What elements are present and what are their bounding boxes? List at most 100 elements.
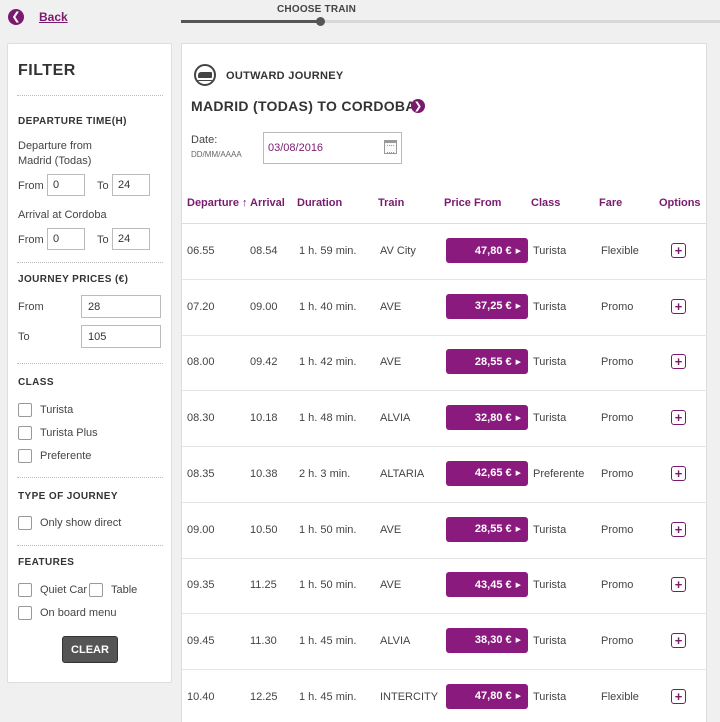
- header-departure[interactable]: Departure ↑: [187, 197, 248, 209]
- caret-right-icon[interactable]: ▶: [516, 302, 521, 310]
- price-from-input[interactable]: [81, 295, 161, 318]
- table-row[interactable]: 06.55 08.54 1 h. 59 min. AV City Turista Flex…: [182, 224, 708, 280]
- caret-right-icon[interactable]: ▶: [516, 247, 521, 255]
- price-button[interactable]: 42,65 € ▶: [446, 460, 528, 486]
- cell-departure: 08.35: [187, 467, 215, 480]
- on-board-menu-checkbox[interactable]: [18, 606, 32, 620]
- calendar-icon[interactable]: [384, 140, 397, 154]
- expand-plus-icon[interactable]: +: [671, 465, 686, 481]
- expand-plus-icon[interactable]: +: [671, 354, 686, 370]
- expand-plus-icon[interactable]: +: [671, 688, 686, 704]
- expand-plus-icon[interactable]: +: [671, 298, 686, 314]
- expand-plus-icon[interactable]: +: [671, 577, 686, 593]
- cell-departure: 09.45: [187, 634, 215, 647]
- header-fare[interactable]: Fare: [599, 197, 622, 209]
- cell-train: AVE: [380, 300, 402, 313]
- header-options: Options: [659, 197, 701, 209]
- caret-right-icon[interactable]: ▶: [516, 525, 521, 533]
- price-value[interactable]: 43,45 €: [475, 579, 512, 591]
- price-button[interactable]: 47,80 € ▶: [446, 683, 528, 709]
- table-row[interactable]: 08.30 10.18 1 h. 48 min. ALVIA Turista Promo 3…: [182, 391, 708, 448]
- table-row[interactable]: 09.00 10.50 1 h. 50 min. AVE Turista Promo 28,…: [182, 503, 708, 559]
- price-value[interactable]: 37,25 €: [475, 300, 512, 312]
- header-train[interactable]: Train: [378, 197, 404, 209]
- cell-duration: 2 h. 3 min.: [299, 467, 351, 480]
- table-row[interactable]: 09.45 11.30 1 h. 45 min. ALVIA Turista Promo 3…: [182, 614, 708, 670]
- price-button[interactable]: 28,55 € ▶: [446, 516, 528, 542]
- only-direct-checkbox[interactable]: [18, 516, 32, 530]
- arrival-from-input[interactable]: [47, 228, 85, 250]
- price-value[interactable]: 42,65 €: [475, 467, 512, 479]
- caret-right-icon[interactable]: ▶: [516, 636, 521, 644]
- cell-duration: 1 h. 50 min.: [299, 523, 357, 536]
- expand-plus-icon[interactable]: +: [671, 243, 686, 258]
- preferente-checkbox[interactable]: [18, 449, 32, 463]
- header-class[interactable]: Class: [531, 197, 560, 209]
- caret-right-icon[interactable]: ▶: [516, 414, 521, 422]
- date-input[interactable]: [263, 132, 402, 164]
- departure-to-input[interactable]: [112, 174, 150, 196]
- cell-duration: 1 h. 45 min.: [299, 634, 357, 647]
- table-checkbox[interactable]: [89, 583, 103, 597]
- price-value[interactable]: 32,80 €: [475, 412, 512, 424]
- arrow-right-icon[interactable]: ❯: [411, 99, 425, 113]
- price-value[interactable]: 38,30 €: [475, 634, 512, 646]
- header-price[interactable]: Price From: [444, 197, 501, 209]
- price-button[interactable]: 38,30 € ▶: [446, 627, 528, 653]
- class-heading: CLASS: [18, 377, 54, 388]
- price-button[interactable]: 37,25 € ▶: [446, 293, 528, 319]
- cell-arrival: 11.30: [250, 634, 277, 647]
- price-value[interactable]: 28,55 €: [475, 523, 512, 535]
- cell-departure: 09.00: [187, 523, 215, 536]
- quiet-car-checkbox[interactable]: [18, 583, 32, 597]
- cell-fare: Flexible: [601, 245, 639, 257]
- divider: [17, 95, 163, 96]
- table-row[interactable]: 07.20 09.00 1 h. 40 min. AVE Turista Promo 37,…: [182, 280, 708, 336]
- back-label[interactable]: Back: [39, 10, 68, 24]
- price-value[interactable]: 28,55 €: [475, 356, 512, 368]
- cell-class: Turista: [533, 690, 567, 703]
- table-row[interactable]: 08.00 09.42 1 h. 42 min. AVE Turista Promo 28,…: [182, 335, 708, 392]
- cell-duration: 1 h. 48 min.: [299, 412, 357, 425]
- caret-right-icon[interactable]: ▶: [516, 358, 521, 366]
- only-direct-label: Only show direct: [40, 517, 122, 529]
- price-button[interactable]: 47,80 € ▶: [446, 238, 528, 263]
- expand-plus-icon[interactable]: +: [671, 521, 686, 537]
- header-arrival[interactable]: Arrival: [250, 197, 285, 209]
- table-row[interactable]: 09.35 11.25 1 h. 50 min. AVE Turista Promo 43,…: [182, 558, 708, 615]
- features-heading: FEATURES: [18, 557, 75, 568]
- caret-right-icon[interactable]: ▶: [516, 469, 521, 477]
- price-value[interactable]: 47,80 €: [475, 690, 512, 702]
- price-button[interactable]: 43,45 € ▶: [446, 572, 528, 598]
- header-departure-label[interactable]: Departure: [187, 197, 239, 209]
- sort-up-icon[interactable]: ↑: [242, 197, 248, 209]
- dep-to-label: To: [97, 180, 109, 192]
- turista-plus-checkbox[interactable]: [18, 426, 32, 440]
- back-link[interactable]: ❮ Back: [8, 9, 68, 25]
- date-label: Date:: [191, 134, 218, 146]
- departure-from-input[interactable]: [47, 174, 85, 196]
- cell-arrival: 08.54: [250, 245, 278, 257]
- turista-plus-label: Turista Plus: [40, 427, 98, 439]
- table-row[interactable]: 10.40 12.25 1 h. 45 min. INTERCITY Turista Fl…: [182, 670, 708, 722]
- header-duration[interactable]: Duration: [297, 197, 342, 209]
- cell-departure: 08.30: [187, 412, 215, 425]
- caret-right-icon[interactable]: ▶: [516, 692, 521, 700]
- divider: [17, 477, 163, 478]
- scrollbar[interactable]: [707, 43, 720, 722]
- price-to-input[interactable]: [81, 325, 161, 348]
- expand-plus-icon[interactable]: +: [671, 632, 686, 648]
- train-icon: [194, 64, 216, 86]
- price-button[interactable]: 28,55 € ▶: [446, 349, 528, 375]
- back-arrow-icon[interactable]: ❮: [8, 9, 24, 25]
- caret-right-icon[interactable]: ▶: [516, 581, 521, 589]
- clear-button[interactable]: CLEAR: [62, 636, 118, 663]
- price-button[interactable]: 32,80 € ▶: [446, 405, 528, 431]
- table-row[interactable]: 08.35 10.38 2 h. 3 min. ALTARIA Preferente Pr…: [182, 447, 708, 503]
- divider: [17, 545, 163, 546]
- cell-departure: 08.00: [187, 356, 215, 369]
- arrival-to-input[interactable]: [112, 228, 150, 250]
- expand-plus-icon[interactable]: +: [671, 410, 686, 426]
- price-value[interactable]: 47,80 €: [475, 245, 512, 257]
- turista-checkbox[interactable]: [18, 403, 32, 417]
